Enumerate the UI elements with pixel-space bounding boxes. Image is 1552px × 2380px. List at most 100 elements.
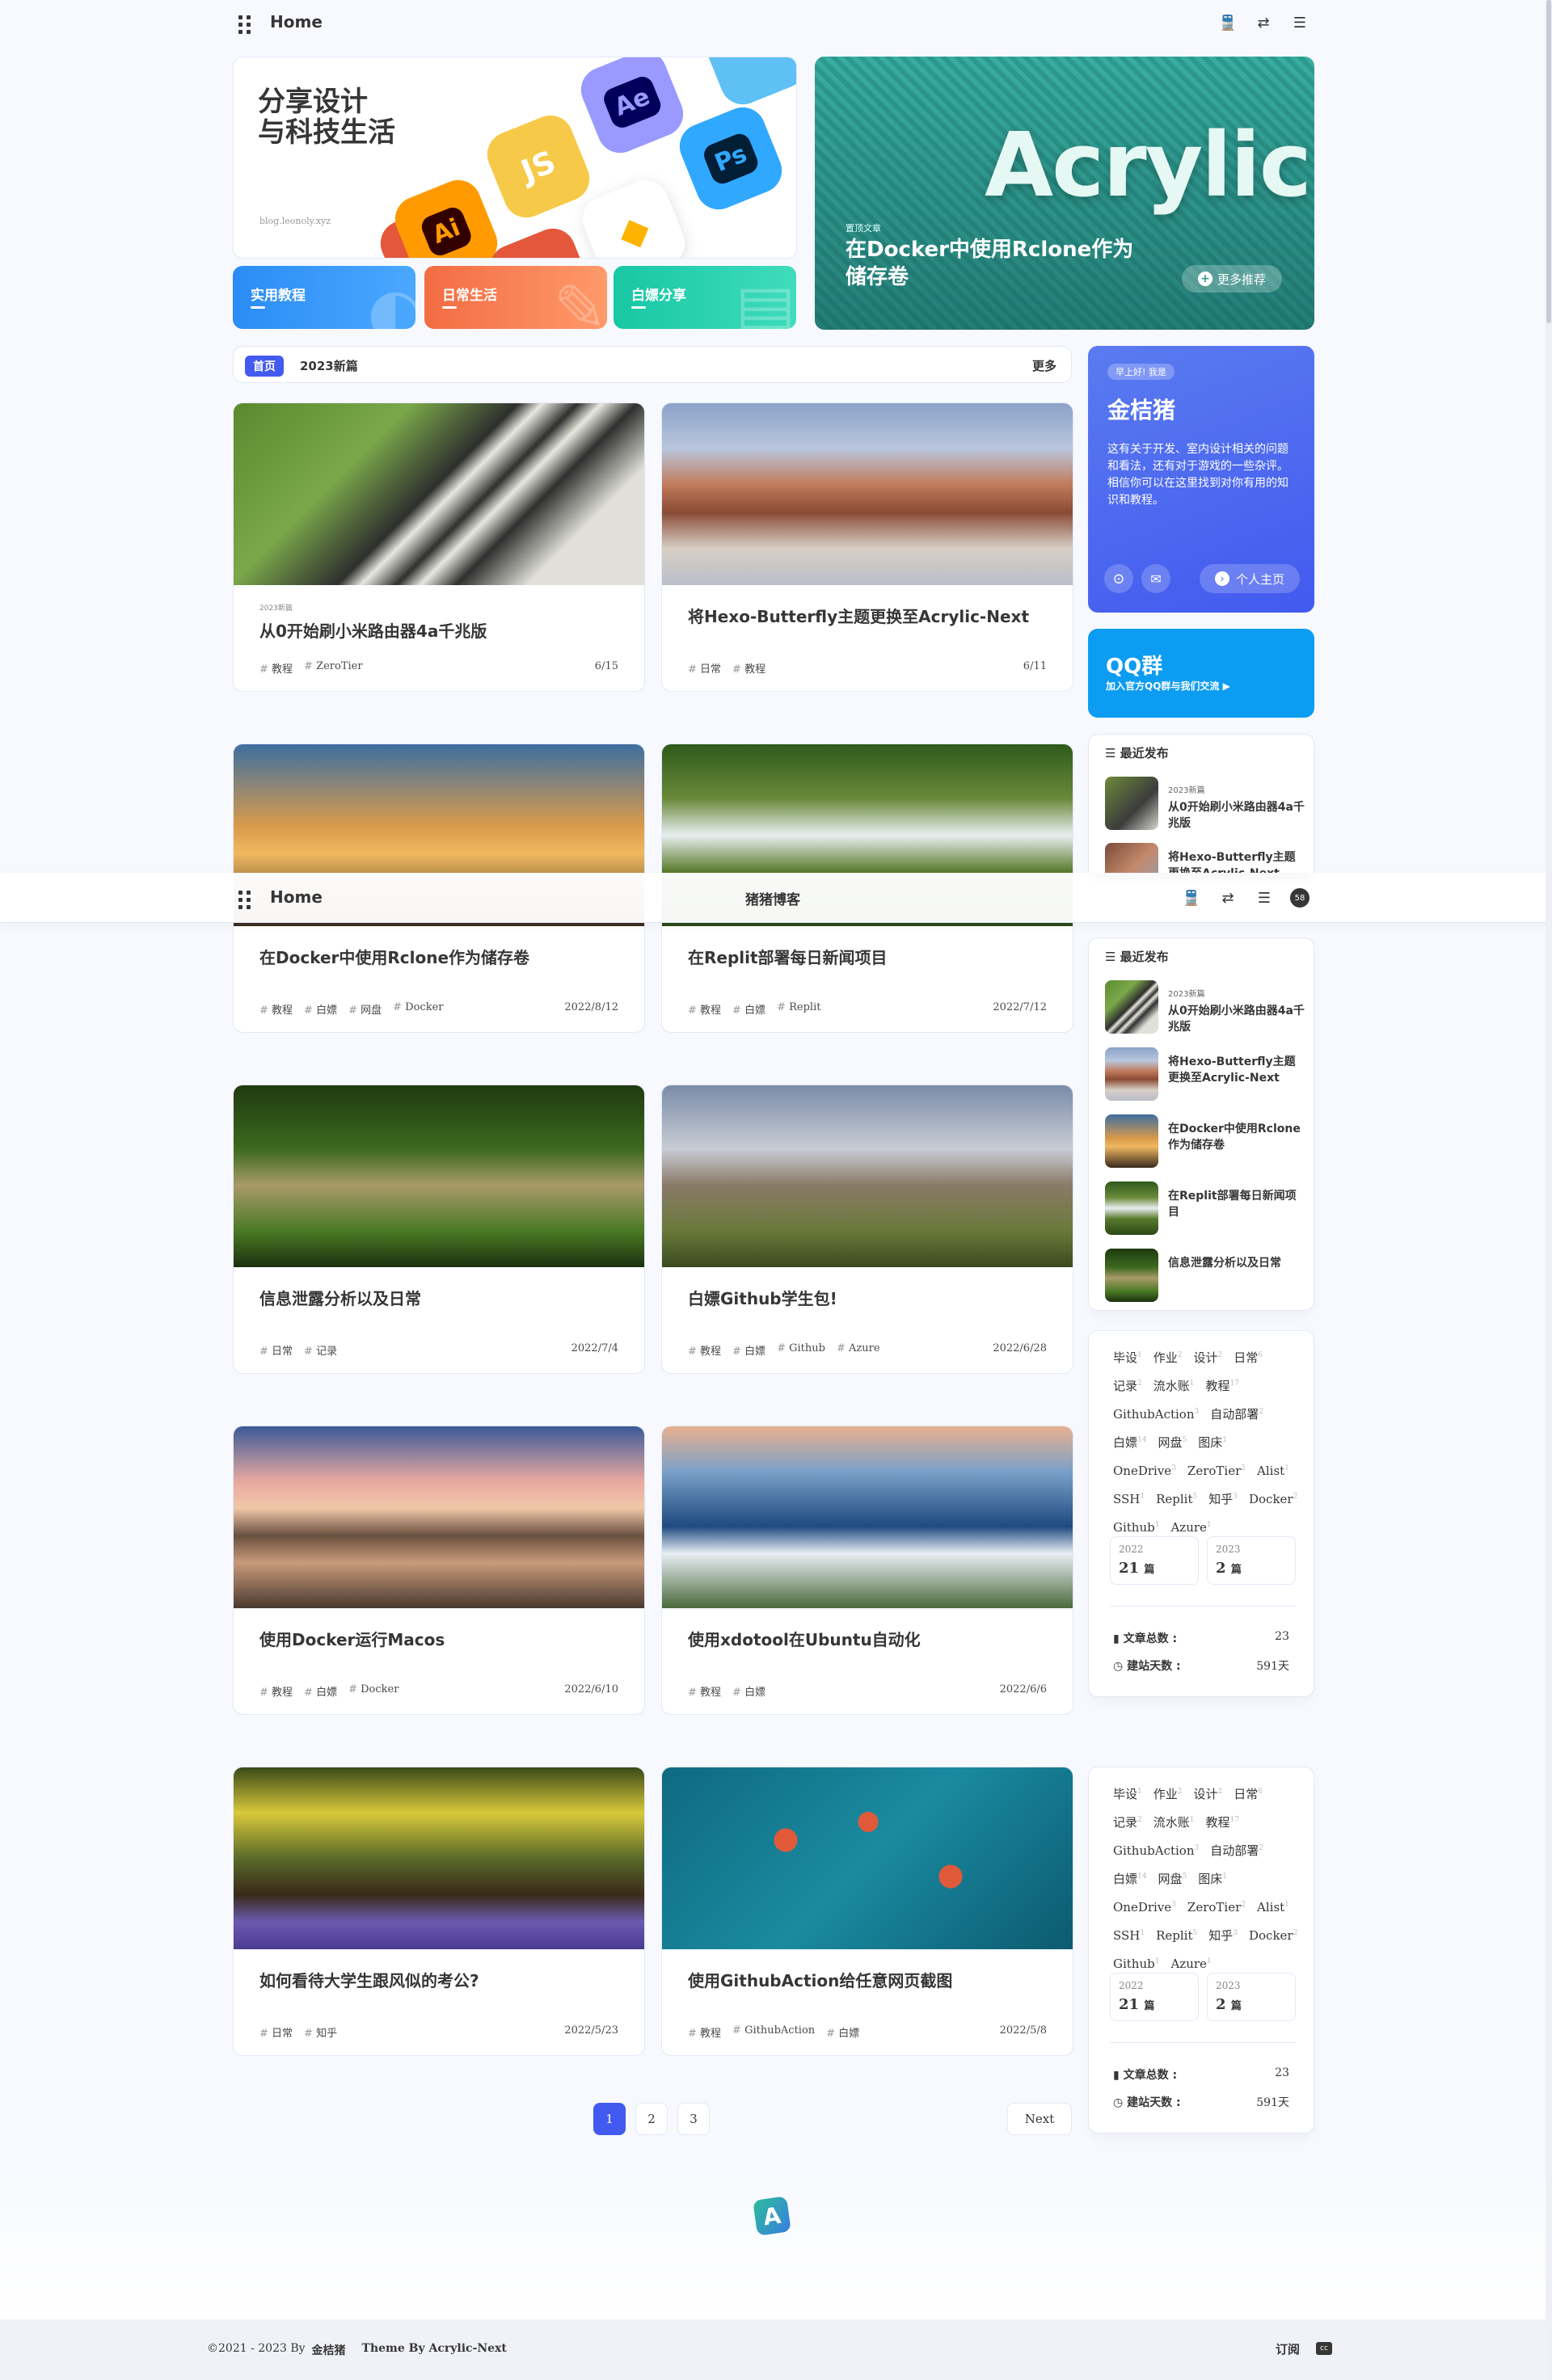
tag-link[interactable]: 网盘5 bbox=[1158, 1864, 1187, 1892]
recent-item[interactable]: 在Docker中使用Rclone作为储存卷 bbox=[1105, 1114, 1307, 1168]
archive-year[interactable]: 2023 2 篇 bbox=[1207, 1973, 1296, 2021]
tag-link[interactable]: Alist1 bbox=[1257, 1892, 1289, 1920]
tag-link[interactable]: 毕设1 bbox=[1113, 1779, 1142, 1807]
nav-home-link[interactable]: Home bbox=[270, 12, 323, 32]
more-recommend-button[interactable]: + 更多推荐 bbox=[1182, 265, 1282, 293]
post-tag[interactable]: Docker bbox=[348, 1683, 399, 1699]
home-tag[interactable]: 首页 bbox=[245, 356, 284, 377]
post-cover-image[interactable] bbox=[662, 403, 1073, 585]
post-card[interactable]: 如何看待大学生跟风似的考公? 日常知乎 2022/5/23 bbox=[233, 1767, 645, 2056]
nav-home-link-sticky[interactable]: Home bbox=[270, 887, 323, 907]
recent-item-title[interactable]: 信息泄露分析以及日常 bbox=[1168, 1255, 1305, 1271]
post-title[interactable]: 使用xdotool在Ubuntu自动化 bbox=[688, 1627, 921, 1650]
scrollbar-track[interactable] bbox=[1546, 0, 1552, 2380]
tag-link[interactable]: 图床1 bbox=[1198, 1427, 1227, 1455]
home-page-button[interactable]: › 个人主页 bbox=[1200, 564, 1300, 593]
tag-link[interactable]: 教程17 bbox=[1206, 1807, 1239, 1835]
post-tag[interactable]: GithubAction bbox=[732, 2024, 815, 2040]
recent-item[interactable]: 在Replit部署每日新闻项目 bbox=[1105, 1182, 1307, 1235]
tag-link[interactable]: 自动部署2 bbox=[1210, 1835, 1263, 1864]
tag-link[interactable]: 知乎3 bbox=[1208, 1920, 1238, 1948]
recent-item[interactable]: 2023新篇 从0开始刷小米路由器4a千兆版 bbox=[1105, 777, 1307, 830]
post-title[interactable]: 使用GithubAction给任意网页截图 bbox=[688, 1968, 952, 1991]
archive-year[interactable]: 2022 21 篇 bbox=[1110, 1973, 1199, 2021]
post-tag[interactable]: 白嫖 bbox=[732, 1683, 765, 1699]
tag-link[interactable]: 网盘5 bbox=[1158, 1427, 1187, 1455]
tag-link[interactable]: Alist1 bbox=[1257, 1455, 1289, 1484]
post-title[interactable]: 从0开始刷小米路由器4a千兆版 bbox=[259, 618, 487, 642]
toggle-icon-sticky[interactable]: ☰ bbox=[1255, 889, 1273, 907]
post-title[interactable]: 在Docker中使用Rclone作为储存卷 bbox=[259, 945, 529, 968]
post-tag[interactable]: 日常 bbox=[688, 660, 721, 676]
tag-link[interactable]: 白嫖14 bbox=[1113, 1427, 1146, 1455]
github-icon[interactable]: ⊙ bbox=[1104, 564, 1133, 593]
tag-link[interactable]: 图床1 bbox=[1198, 1864, 1227, 1892]
post-title[interactable]: 如何看待大学生跟风似的考公? bbox=[259, 1968, 479, 1991]
subscribe-link[interactable]: 订阅 bbox=[1276, 2340, 1300, 2357]
tag-link[interactable]: ZeroTier2 bbox=[1187, 1455, 1246, 1484]
post-tag[interactable]: 记录 bbox=[304, 1342, 337, 1358]
tag-link[interactable]: 设计2 bbox=[1194, 1779, 1223, 1807]
recent-thumb[interactable] bbox=[1105, 1114, 1158, 1168]
post-tag[interactable]: 日常 bbox=[259, 2024, 293, 2040]
recent-item[interactable]: 2023新篇 从0开始刷小米路由器4a千兆版 bbox=[1105, 980, 1307, 1034]
post-tag[interactable]: 日常 bbox=[259, 1342, 293, 1358]
post-tag[interactable]: Github bbox=[777, 1342, 825, 1358]
post-card[interactable]: 白嫖Github学生包! 教程白嫖 Github Azure 2022/6/28 bbox=[661, 1085, 1073, 1374]
recent-item-title[interactable]: 在Docker中使用Rclone作为储存卷 bbox=[1168, 1121, 1305, 1153]
post-tag[interactable]: 白嫖 bbox=[826, 2024, 859, 2040]
train-icon[interactable]: 🚆 bbox=[1219, 14, 1237, 32]
post-tag[interactable]: 白嫖 bbox=[304, 1001, 337, 1017]
post-cover-image[interactable] bbox=[662, 1426, 1073, 1608]
post-tag[interactable]: Azure bbox=[837, 1342, 880, 1358]
site-logo-icon[interactable]: A bbox=[753, 2196, 791, 2236]
recent-item-title[interactable]: 从0开始刷小米路由器4a千兆版 bbox=[1168, 1003, 1305, 1035]
post-tag[interactable]: 教程 bbox=[688, 1342, 721, 1358]
blog-name[interactable]: 猪猪博客 bbox=[745, 888, 800, 908]
post-tag[interactable]: Docker bbox=[393, 1001, 443, 1017]
recent-thumb[interactable] bbox=[1105, 980, 1158, 1034]
post-title[interactable]: 将Hexo-Butterfly主题更换至Acrylic-Next bbox=[688, 604, 1029, 627]
recent-item[interactable]: 将Hexo-Butterfly主题更换至Acrylic-Next bbox=[1105, 1047, 1307, 1101]
post-tag[interactable]: 知乎 bbox=[304, 2024, 337, 2040]
post-tag[interactable]: 白嫖 bbox=[732, 1342, 765, 1358]
train-icon-sticky[interactable]: 🚆 bbox=[1183, 889, 1200, 907]
tag-link[interactable]: 流水账1 bbox=[1153, 1807, 1195, 1835]
toggle-icon[interactable]: ☰ bbox=[1291, 14, 1309, 32]
cc-license-icon[interactable]: cc bbox=[1316, 2342, 1332, 2355]
category-freebies[interactable]: 白嫖分享 ▤ bbox=[614, 266, 796, 329]
tag-link[interactable]: 毕设1 bbox=[1113, 1342, 1142, 1371]
category-daily[interactable]: 日常生活 ✎ bbox=[424, 266, 607, 329]
tag-link[interactable]: Replit5 bbox=[1156, 1484, 1197, 1512]
scroll-percent-badge[interactable]: 58 bbox=[1290, 888, 1310, 908]
page-3[interactable]: 3 bbox=[677, 2103, 710, 2135]
post-cover-image[interactable] bbox=[234, 1085, 644, 1267]
recent-item[interactable]: 信息泄露分析以及日常 bbox=[1105, 1249, 1307, 1302]
post-card[interactable]: 信息泄露分析以及日常 日常记录 2022/7/4 bbox=[233, 1085, 645, 1374]
tag-link[interactable]: 日常6 bbox=[1234, 1779, 1263, 1807]
tag-link[interactable]: ZeroTier2 bbox=[1187, 1892, 1246, 1920]
tag-link[interactable]: 白嫖14 bbox=[1113, 1864, 1146, 1892]
post-title[interactable]: 信息泄露分析以及日常 bbox=[259, 1286, 421, 1309]
post-tag[interactable]: 教程 bbox=[259, 1683, 293, 1699]
page-2[interactable]: 2 bbox=[635, 2103, 668, 2135]
post-tag[interactable]: 教程 bbox=[688, 1683, 721, 1699]
tag-link[interactable]: Replit5 bbox=[1156, 1920, 1197, 1948]
tag-link[interactable]: 记录2 bbox=[1113, 1807, 1142, 1835]
recent-item-title[interactable]: 将Hexo-Butterfly主题更换至Acrylic-Next bbox=[1168, 1054, 1305, 1086]
archive-year[interactable]: 2022 21 篇 bbox=[1110, 1536, 1199, 1585]
tag-link[interactable]: SSH1 bbox=[1113, 1484, 1145, 1512]
tag-link[interactable]: OneDrive3 bbox=[1113, 1892, 1176, 1920]
post-tag[interactable]: 白嫖 bbox=[304, 1683, 337, 1699]
featured-post[interactable]: Acrylic 置顶文章 在Docker中使用Rclone作为储存卷 + 更多推… bbox=[815, 57, 1314, 330]
tag-link[interactable]: Docker2 bbox=[1249, 1484, 1297, 1512]
tag-link[interactable]: 作业2 bbox=[1153, 1342, 1183, 1371]
post-tag[interactable]: 教程 bbox=[688, 1001, 721, 1017]
post-title[interactable]: 使用Docker运行Macos bbox=[259, 1627, 445, 1650]
tag-link[interactable]: 教程17 bbox=[1206, 1371, 1239, 1399]
tag-link[interactable]: 记录2 bbox=[1113, 1371, 1142, 1399]
more-link[interactable]: 更多 bbox=[1032, 357, 1056, 374]
post-card[interactable]: 将Hexo-Butterfly主题更换至Acrylic-Next 日常教程 6/… bbox=[661, 402, 1073, 692]
post-tag[interactable]: 教程 bbox=[688, 2024, 721, 2040]
post-card[interactable]: 2023新篇 从0开始刷小米路由器4a千兆版 教程 ZeroTier 6/15 bbox=[233, 402, 645, 692]
